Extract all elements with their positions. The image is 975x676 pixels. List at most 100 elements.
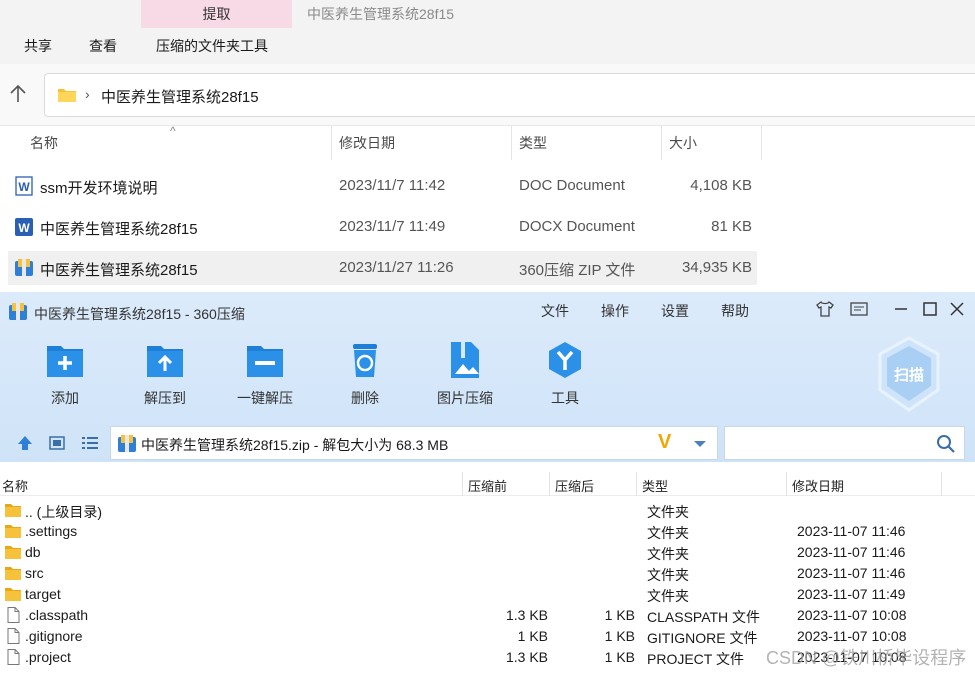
archive-path-text: 中医养生管理系统28f15.zip - 解包大小为 68.3 MB bbox=[141, 437, 449, 453]
zip-column-name[interactable]: 名称 bbox=[2, 476, 28, 495]
zip-folder-row[interactable]: .settings 文件夹 2023-11-07 11:46 bbox=[0, 521, 975, 542]
delete-button[interactable]: 删除 bbox=[325, 340, 405, 410]
zip-entry-name: .classpath bbox=[25, 607, 89, 623]
folder-icon bbox=[5, 504, 21, 517]
zip-column-type[interactable]: 类型 bbox=[642, 476, 668, 495]
zip-folder-row[interactable]: src 文件夹 2023-11-07 11:46 bbox=[0, 563, 975, 584]
zip-folder-row[interactable]: .. (上级目录) 文件夹 bbox=[0, 500, 975, 521]
menu-compressed-folder-tools[interactable]: 压缩的文件夹工具 bbox=[156, 36, 268, 56]
add-icon bbox=[47, 346, 83, 377]
address-path[interactable]: 中医养生管理系统28f15 bbox=[101, 86, 259, 107]
menu-share[interactable]: 共享 bbox=[24, 36, 52, 56]
file-name: 中医养生管理系统28f15 bbox=[40, 221, 198, 238]
zip-entry-after: 1 KB bbox=[604, 607, 635, 623]
scan-shield-button[interactable]: 扫描 bbox=[876, 336, 942, 412]
column-divider[interactable] bbox=[549, 472, 550, 496]
word-docx-icon: W bbox=[15, 218, 33, 236]
zip-entry-type: PROJECT 文件 bbox=[647, 651, 744, 667]
zip-entry-after: 1 KB bbox=[604, 628, 635, 644]
column-name[interactable]: 名称 bbox=[30, 126, 58, 160]
search-icon[interactable] bbox=[936, 434, 956, 454]
up-arrow-icon[interactable] bbox=[8, 82, 28, 106]
file-explorer-window: 提取 中医养生管理系统28f15 共享 查看 压缩的文件夹工具 › 中医养生管理… bbox=[0, 0, 975, 292]
column-divider[interactable] bbox=[462, 472, 463, 496]
archive-path-field[interactable]: 中医养生管理系统28f15.zip - 解包大小为 68.3 MB V bbox=[110, 426, 718, 460]
zip-entry-before: 1 KB bbox=[517, 628, 548, 644]
skin-shirt-icon[interactable] bbox=[814, 300, 836, 318]
zip-entry-modified: 2023-11-07 11:46 bbox=[797, 565, 906, 581]
menu-view[interactable]: 查看 bbox=[89, 36, 117, 56]
chevron-right-icon[interactable]: › bbox=[85, 86, 90, 102]
column-modified[interactable]: 修改日期 bbox=[339, 126, 395, 160]
zip-entry-before: 1.3 KB bbox=[505, 607, 548, 623]
file-row[interactable]: 中医养生管理系统28f15 2023/11/27 11:26 360压缩 ZIP… bbox=[8, 251, 757, 285]
column-size[interactable]: 大小 bbox=[669, 126, 697, 160]
image-compress-button[interactable]: 图片压缩 bbox=[425, 340, 505, 410]
verified-v-icon[interactable]: V bbox=[658, 431, 671, 454]
image-compress-icon bbox=[451, 342, 479, 378]
zip-menu-help[interactable]: 帮助 bbox=[721, 301, 749, 321]
folder-icon bbox=[5, 525, 21, 538]
zip-entry-type: GITIGNORE 文件 bbox=[647, 630, 758, 646]
file-row[interactable]: W 中医养生管理系统28f15 2023/11/7 11:49 DOCX Doc… bbox=[8, 210, 757, 244]
chevron-down-icon[interactable] bbox=[692, 436, 708, 452]
zip-entry-type: 文件夹 bbox=[647, 567, 689, 583]
zip-archive-icon bbox=[15, 259, 33, 276]
zip-entry-after: 1 KB bbox=[604, 649, 635, 665]
column-divider[interactable] bbox=[941, 472, 942, 496]
extract-to-button[interactable]: 解压到 bbox=[125, 340, 205, 410]
zip-folder-row[interactable]: target 文件夹 2023-11-07 11:49 bbox=[0, 584, 975, 605]
zip-folder-row[interactable]: db 文件夹 2023-11-07 11:46 bbox=[0, 542, 975, 563]
scan-label: 扫描 bbox=[894, 366, 924, 384]
zip-archive-window: 中医养生管理系统28f15 - 360压缩 文件 操作 设置 帮助 添加 解压到… bbox=[0, 292, 975, 676]
list-view-icon[interactable] bbox=[81, 434, 99, 452]
zip-navbar: 中医养生管理系统28f15.zip - 解包大小为 68.3 MB V bbox=[0, 424, 975, 462]
zip-entry-name: .project bbox=[25, 649, 71, 665]
zip-menu-action[interactable]: 操作 bbox=[601, 301, 629, 321]
file-type: DOCX Document bbox=[519, 218, 635, 235]
zip-menu-settings[interactable]: 设置 bbox=[661, 301, 689, 321]
zip-entry-modified: 2023-11-07 11:46 bbox=[797, 544, 906, 560]
file-icon bbox=[7, 649, 20, 665]
column-type[interactable]: 类型 bbox=[519, 126, 547, 160]
image-compress-label: 图片压缩 bbox=[437, 390, 493, 406]
maximize-icon[interactable] bbox=[919, 300, 941, 318]
column-divider[interactable] bbox=[786, 472, 787, 496]
zip-column-before[interactable]: 压缩前 bbox=[468, 476, 507, 495]
tools-button[interactable]: 工具 bbox=[525, 340, 605, 410]
column-divider[interactable] bbox=[511, 126, 512, 160]
file-size: 81 KB bbox=[711, 218, 752, 235]
file-size: 4,108 KB bbox=[690, 177, 752, 194]
minimize-icon[interactable] bbox=[890, 300, 912, 318]
zip-archive-icon bbox=[118, 435, 136, 452]
zip-entry-type: 文件夹 bbox=[647, 504, 689, 520]
zip-file-row[interactable]: .classpath 1.3 KB 1 KB CLASSPATH 文件 2023-11-… bbox=[0, 605, 975, 626]
zip-entry-type: CLASSPATH 文件 bbox=[647, 609, 761, 625]
thumbnail-view-icon[interactable] bbox=[48, 434, 66, 452]
file-row[interactable]: W ssm开发环境说明 2023/11/7 11:42 DOC Document… bbox=[8, 169, 757, 203]
zip-entry-name: src bbox=[25, 565, 44, 581]
zip-column-modified[interactable]: 修改日期 bbox=[792, 476, 844, 495]
tools-label: 工具 bbox=[551, 390, 579, 406]
add-button[interactable]: 添加 bbox=[25, 340, 105, 410]
feedback-icon[interactable] bbox=[848, 300, 870, 318]
zip-entry-modified: 2023-11-07 10:08 bbox=[797, 628, 907, 644]
one-click-extract-icon bbox=[247, 346, 283, 377]
zip-menu-file[interactable]: 文件 bbox=[541, 301, 569, 321]
column-divider[interactable] bbox=[636, 472, 637, 496]
one-click-extract-button[interactable]: 一键解压 bbox=[225, 340, 305, 410]
column-divider[interactable] bbox=[661, 126, 662, 160]
ribbon-menubar: 共享 查看 压缩的文件夹工具 bbox=[0, 28, 975, 64]
close-icon[interactable] bbox=[946, 300, 968, 318]
column-divider[interactable] bbox=[761, 126, 762, 160]
file-type: DOC Document bbox=[519, 177, 625, 194]
search-input[interactable] bbox=[724, 426, 965, 460]
svg-text:W: W bbox=[18, 180, 30, 194]
file-modified: 2023/11/7 11:42 bbox=[339, 177, 446, 194]
zip-column-after[interactable]: 压缩后 bbox=[555, 476, 594, 495]
column-divider[interactable] bbox=[331, 126, 332, 160]
up-level-icon[interactable] bbox=[16, 434, 34, 452]
zip-entry-modified: 2023-11-07 10:08 bbox=[797, 607, 907, 623]
address-field[interactable]: › 中医养生管理系统28f15 bbox=[44, 73, 975, 117]
tab-extract[interactable]: 提取 bbox=[141, 0, 292, 28]
